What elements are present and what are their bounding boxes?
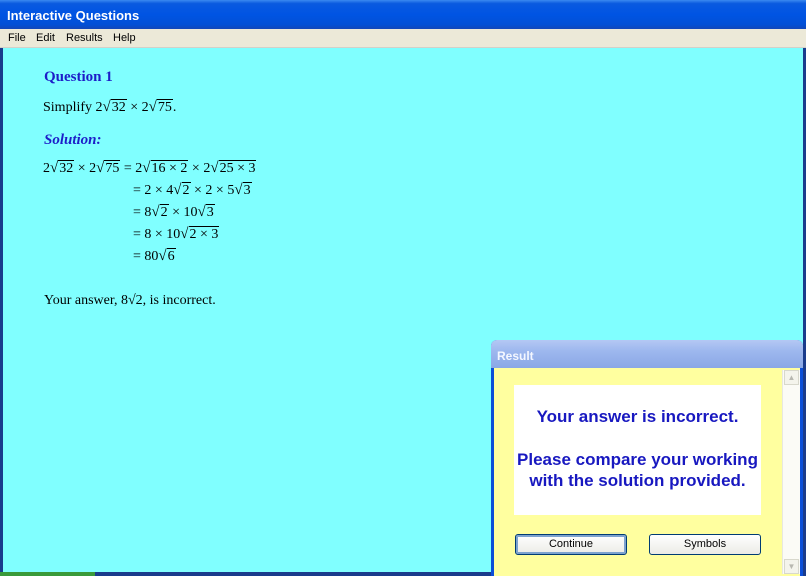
dialog-scrollbar[interactable]: ▲ ▼ <box>782 370 800 574</box>
result-dialog-title: Result <box>497 349 534 363</box>
solution-heading: Solution: <box>44 132 102 148</box>
result-dialog: Result Your answer is incorrect. Please … <box>491 340 803 576</box>
scroll-up-arrow-icon[interactable]: ▲ <box>784 370 799 385</box>
feedback-prefix: Your answer, <box>44 293 121 308</box>
window-title-bar[interactable]: Interactive Questions <box>0 0 806 29</box>
menu-help[interactable]: Help <box>113 32 136 44</box>
menu-file[interactable]: File <box>8 32 26 44</box>
solution-step-4: = 8 × 10√2 × 3 <box>133 226 220 242</box>
question-heading: Question 1 <box>44 69 113 85</box>
result-dialog-title-bar[interactable]: Result <box>491 340 803 368</box>
result-dialog-body: Your answer is incorrect. Please compare… <box>494 368 800 576</box>
result-message-line1: Your answer is incorrect. <box>536 407 739 426</box>
solution-step-3: = 8√2 × 10√3 <box>133 204 215 220</box>
menu-results[interactable]: Results <box>66 32 103 44</box>
continue-button[interactable]: Continue <box>515 534 627 555</box>
prompt-suffix: . <box>172 100 177 115</box>
menu-edit[interactable]: Edit <box>36 32 55 44</box>
question-prompt: Simplify 2√32 × 2√75. <box>43 99 177 115</box>
prompt-prefix: Simplify <box>43 100 96 115</box>
menu-bar: File Edit Results Help <box>0 29 806 48</box>
answer-feedback: Your answer, 8√2, is incorrect. <box>44 293 216 309</box>
result-message-box: Your answer is incorrect. Please compare… <box>514 385 761 515</box>
feedback-suffix: , is incorrect. <box>142 293 216 308</box>
taskbar-edge <box>0 572 95 576</box>
solution-step-2: = 2 × 4√2 × 2 × 5√3 <box>133 182 252 198</box>
window-title: Interactive Questions <box>7 8 140 23</box>
solution-step-1: 2√32 × 2√75 = 2√16 × 2 × 2√25 × 3 <box>43 160 257 176</box>
user-answer: 8√2 <box>120 293 143 308</box>
result-message-line2: Please compare your working with the sol… <box>517 450 758 490</box>
symbols-button[interactable]: Symbols <box>649 534 761 555</box>
solution-step-5: = 80√6 <box>133 248 176 264</box>
scroll-down-arrow-icon[interactable]: ▼ <box>784 559 799 574</box>
